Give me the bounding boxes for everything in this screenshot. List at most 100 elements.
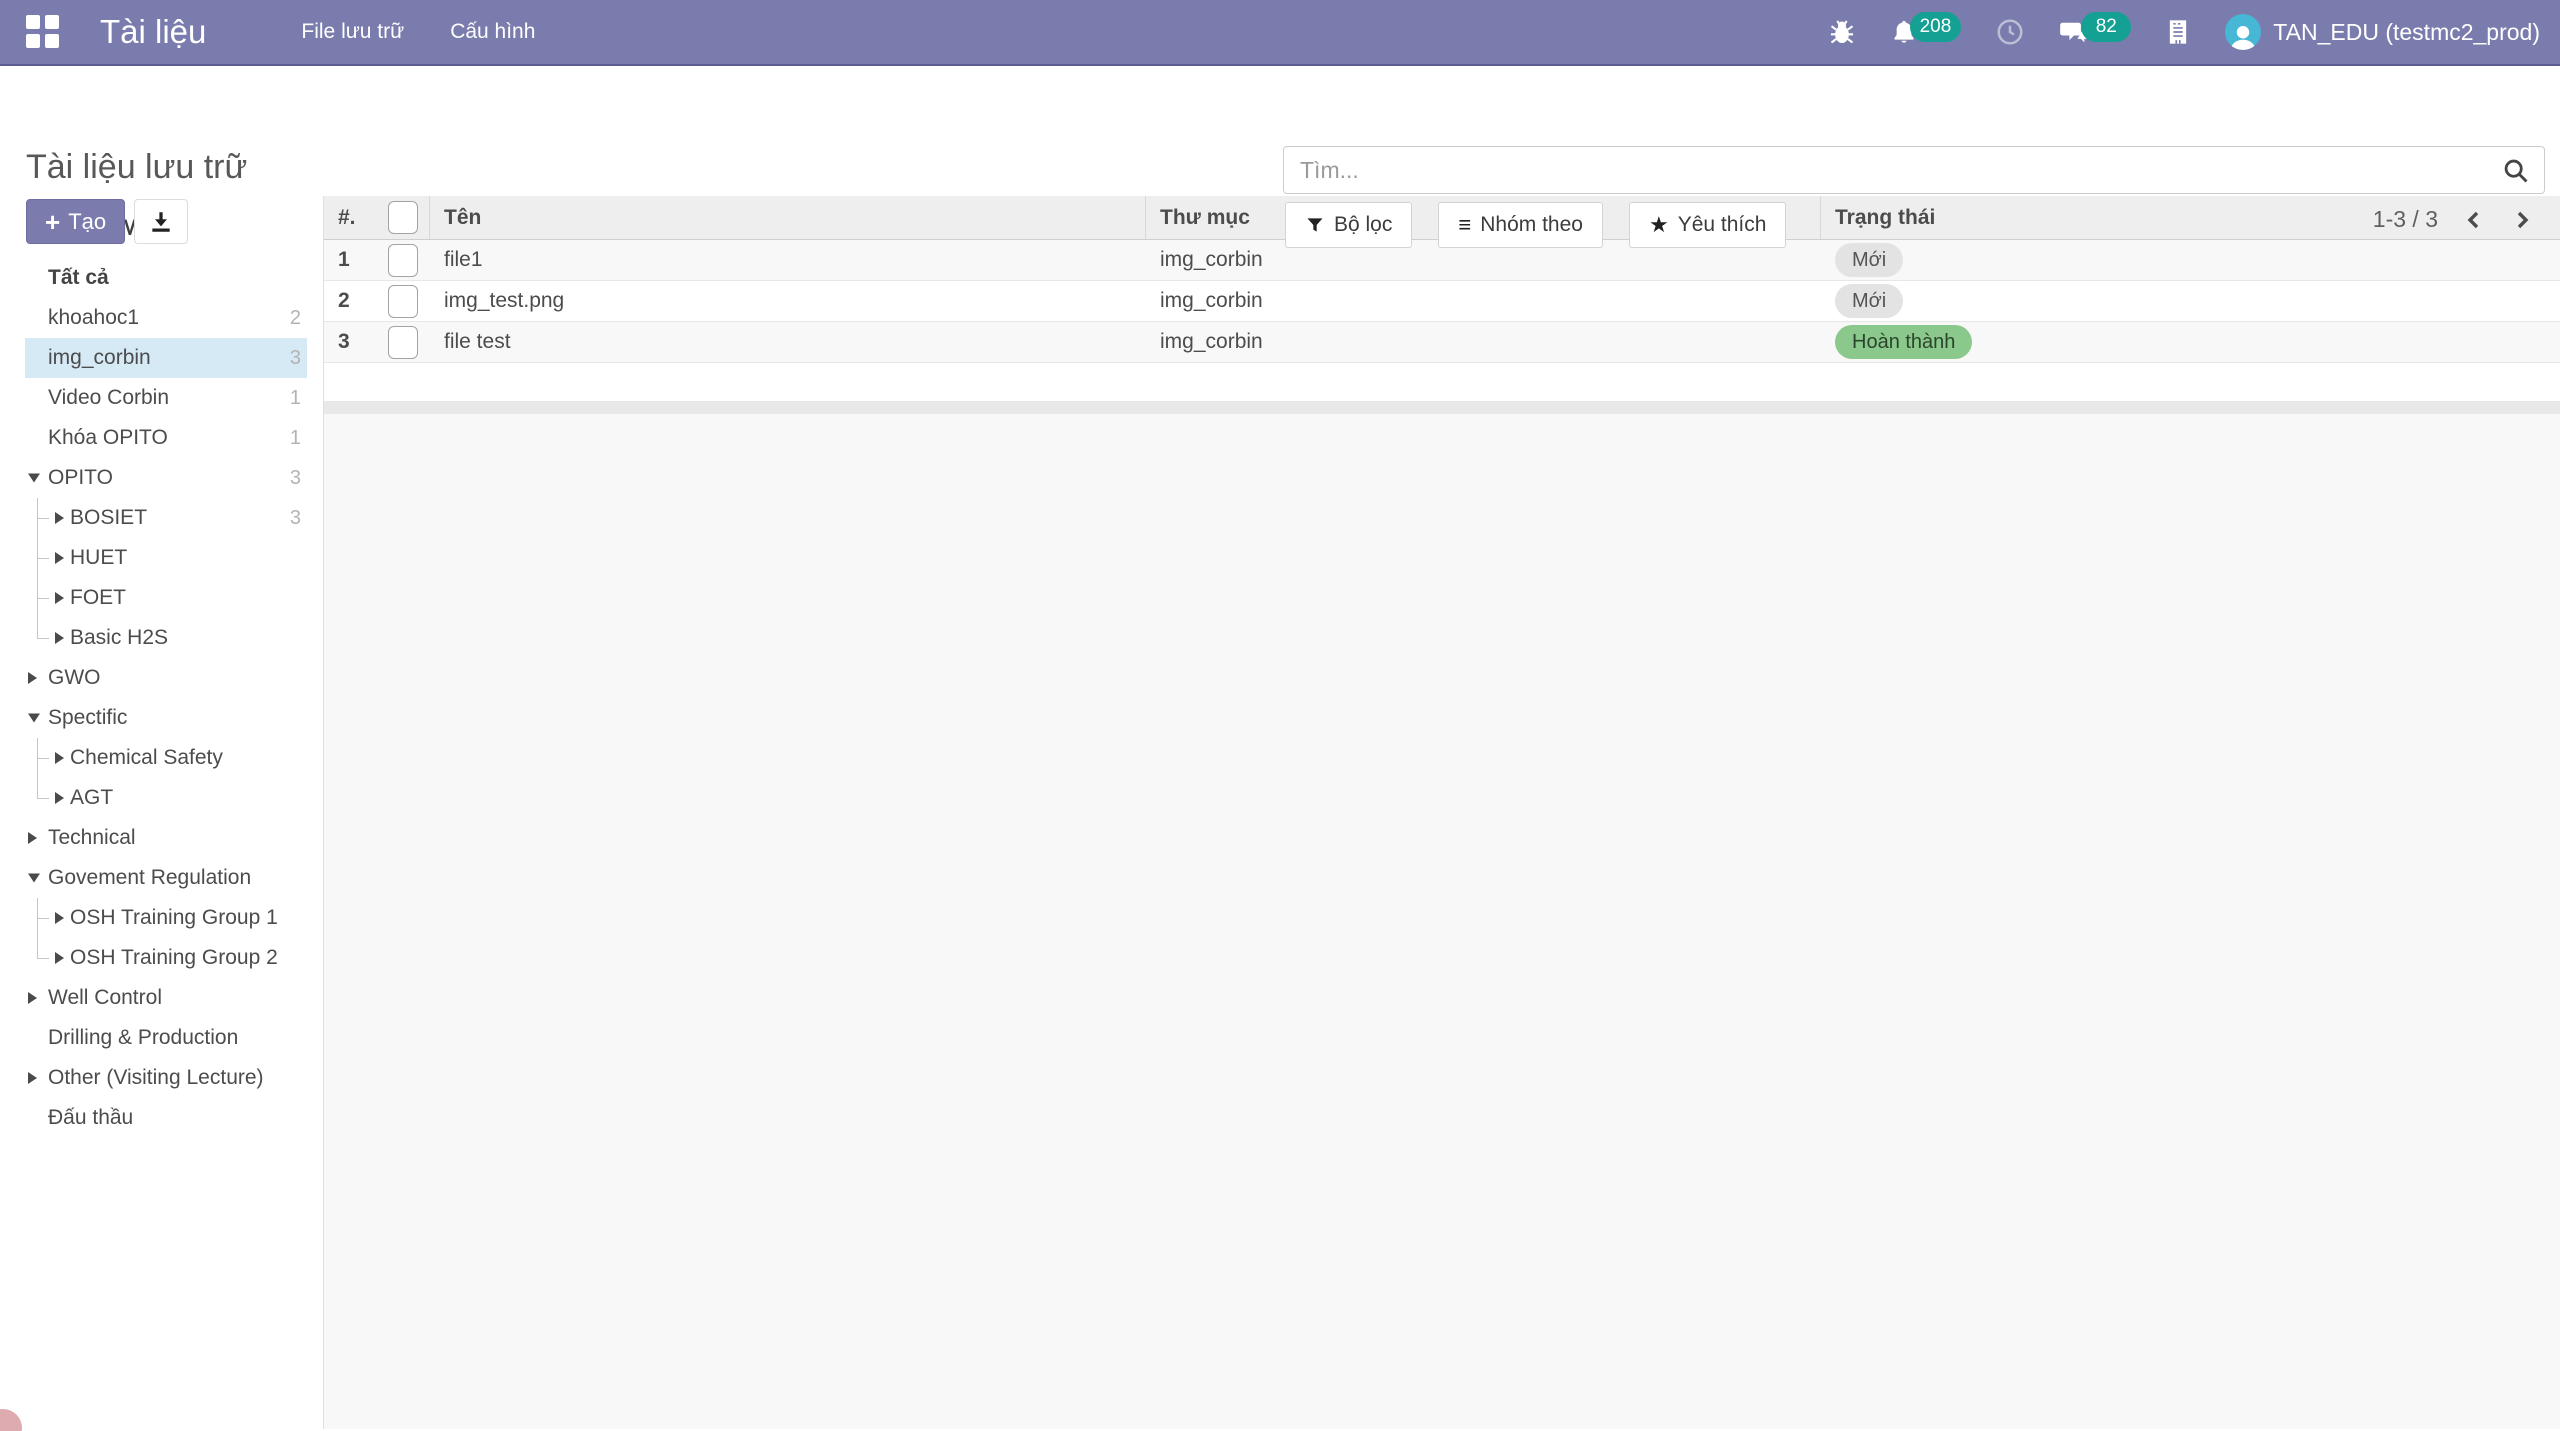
search-input[interactable] xyxy=(1284,147,2544,193)
filters-button[interactable]: Bộ lọc xyxy=(1285,202,1412,248)
table-row[interactable]: 3 file testimg_corbin Hoàn thành xyxy=(324,322,2560,363)
activities-clock-icon[interactable] xyxy=(1995,17,2025,47)
folder-label: OSH Training Group 1 xyxy=(70,906,278,930)
folder-item[interactable]: OPITO3 xyxy=(25,458,307,498)
folder-item[interactable]: Well Control xyxy=(25,978,307,1018)
folder-label: AGT xyxy=(70,786,113,810)
status-badge: Hoàn thành xyxy=(1835,325,1972,359)
pager-previous-icon[interactable] xyxy=(2462,207,2486,233)
bug-icon[interactable] xyxy=(1828,18,1856,46)
caret-right-icon[interactable] xyxy=(55,512,64,524)
tree-connector xyxy=(37,638,49,639)
caret-right-icon[interactable] xyxy=(55,592,64,604)
tree-connector xyxy=(37,938,38,958)
folder-label: Technical xyxy=(48,826,136,850)
folder-item[interactable]: Govement Regulation xyxy=(25,858,307,898)
row-index: 1 xyxy=(324,240,376,280)
download-icon xyxy=(148,209,174,235)
folder-label: img_corbin xyxy=(48,346,151,370)
main-area: THƯ MỤC Tất cảkhoahoc12img_corbin3Video … xyxy=(0,196,2560,1429)
control-panel: Tài liệu lưu trữ + Tạo Bộ lọ xyxy=(0,66,2560,196)
folder-item[interactable]: Basic H2S xyxy=(25,618,307,658)
folder-count: 2 xyxy=(290,307,301,330)
notifications-button[interactable]: 208 xyxy=(1890,18,1962,46)
folder-item[interactable]: OSH Training Group 2 xyxy=(25,938,307,978)
caret-right-icon[interactable] xyxy=(28,832,37,844)
folder-item[interactable]: Technical xyxy=(25,818,307,858)
tree-connector xyxy=(37,918,49,919)
create-button[interactable]: + Tạo xyxy=(26,199,125,244)
select-all-checkbox[interactable] xyxy=(388,201,418,234)
apps-grid-icon[interactable] xyxy=(26,15,60,49)
folder-item[interactable]: BOSIET3 xyxy=(25,498,307,538)
folder-item[interactable]: HUET xyxy=(25,538,307,578)
folder-item[interactable]: GWO xyxy=(25,658,307,698)
folder-item[interactable]: img_corbin 3 xyxy=(25,338,307,378)
caret-right-icon[interactable] xyxy=(55,752,64,764)
caret-down-icon[interactable] xyxy=(28,714,40,723)
search-icon[interactable] xyxy=(2502,157,2530,190)
top-navbar: Tài liệu File lưu trữ Cấu hình 208 xyxy=(0,0,2560,66)
table-row[interactable]: 2img_test.pngimg_corbinMới xyxy=(324,281,2560,322)
row-index: 3 xyxy=(324,322,376,362)
folder-sidebar: THƯ MỤC Tất cảkhoahoc12img_corbin3Video … xyxy=(0,196,324,1429)
folder-tree: Tất cả khoahoc1 2 img_corbin 3 Video Corbin1K… xyxy=(0,258,323,1138)
folder-item[interactable]: FOET xyxy=(25,578,307,618)
app-title[interactable]: Tài liệu xyxy=(100,13,206,51)
caret-right-icon[interactable] xyxy=(55,952,64,964)
search-filter-buttons: Bộ lọc ≡ Nhóm theo ★ Yêu thích xyxy=(1285,202,1786,248)
document-folder: img_corbin xyxy=(1146,322,1821,362)
folder-label: Basic H2S xyxy=(70,626,168,650)
document-name[interactable]: file1 xyxy=(430,240,1146,280)
folder-item[interactable]: khoahoc1 2 xyxy=(25,298,307,338)
caret-down-icon[interactable] xyxy=(28,474,40,483)
folder-item[interactable]: Đấu thầu xyxy=(25,1098,307,1138)
document-name[interactable]: file test xyxy=(430,322,1146,362)
pager-next-icon[interactable] xyxy=(2510,207,2534,233)
pager-range: 1-3 / 3 xyxy=(2373,206,2438,233)
folder-label: khoahoc1 xyxy=(48,306,139,330)
favorites-button[interactable]: ★ Yêu thích xyxy=(1629,202,1786,248)
column-index[interactable]: #. xyxy=(324,196,376,239)
group-by-button[interactable]: ≡ Nhóm theo xyxy=(1438,202,1603,248)
folder-item[interactable]: OSH Training Group 1 xyxy=(25,898,307,938)
message-count-badge: 82 xyxy=(2081,12,2131,42)
menu-cau-hinh[interactable]: Cấu hình xyxy=(450,20,535,44)
status-badge: Mới xyxy=(1835,243,1903,277)
caret-right-icon[interactable] xyxy=(28,992,37,1004)
row-checkbox[interactable] xyxy=(388,326,418,359)
caret-right-icon[interactable] xyxy=(55,552,64,564)
folder-item[interactable]: Khóa OPITO1 xyxy=(25,418,307,458)
folder-count: 3 xyxy=(290,467,301,490)
search-box xyxy=(1283,146,2545,194)
folder-item[interactable]: Chemical Safety xyxy=(25,738,307,778)
caret-down-icon[interactable] xyxy=(28,874,40,883)
caret-right-icon[interactable] xyxy=(55,912,64,924)
folder-count: 3 xyxy=(290,347,301,370)
messages-button[interactable]: 82 xyxy=(2059,18,2131,46)
document-name[interactable]: img_test.png xyxy=(430,281,1146,321)
column-name[interactable]: Tên xyxy=(430,196,1146,239)
row-index: 2 xyxy=(324,281,376,321)
folder-item[interactable]: Other (Visiting Lecture) xyxy=(25,1058,307,1098)
row-checkbox[interactable] xyxy=(388,285,418,318)
caret-right-icon[interactable] xyxy=(28,1072,37,1084)
tree-connector xyxy=(37,618,38,638)
folder-item[interactable]: Tất cả xyxy=(25,258,307,298)
folder-item[interactable]: Video Corbin1 xyxy=(25,378,307,418)
caret-right-icon[interactable] xyxy=(55,632,64,644)
user-menu[interactable]: TAN_EDU (testmc2_prod) xyxy=(2225,14,2540,50)
folder-item[interactable]: AGT xyxy=(25,778,307,818)
status-badge: Mới xyxy=(1835,284,1903,318)
caret-right-icon[interactable] xyxy=(55,792,64,804)
row-checkbox[interactable] xyxy=(388,244,418,277)
company-building-icon[interactable] xyxy=(2165,18,2191,46)
folder-item[interactable]: Spectific xyxy=(25,698,307,738)
caret-right-icon[interactable] xyxy=(28,672,37,684)
folder-count: 1 xyxy=(290,427,301,450)
download-button[interactable] xyxy=(134,199,188,244)
folder-label: Govement Regulation xyxy=(48,866,251,890)
navbar-right: 208 82 xyxy=(1828,14,2540,50)
folder-item[interactable]: Drilling & Production xyxy=(25,1018,307,1058)
menu-file-luu-tru[interactable]: File lưu trữ xyxy=(301,20,404,44)
